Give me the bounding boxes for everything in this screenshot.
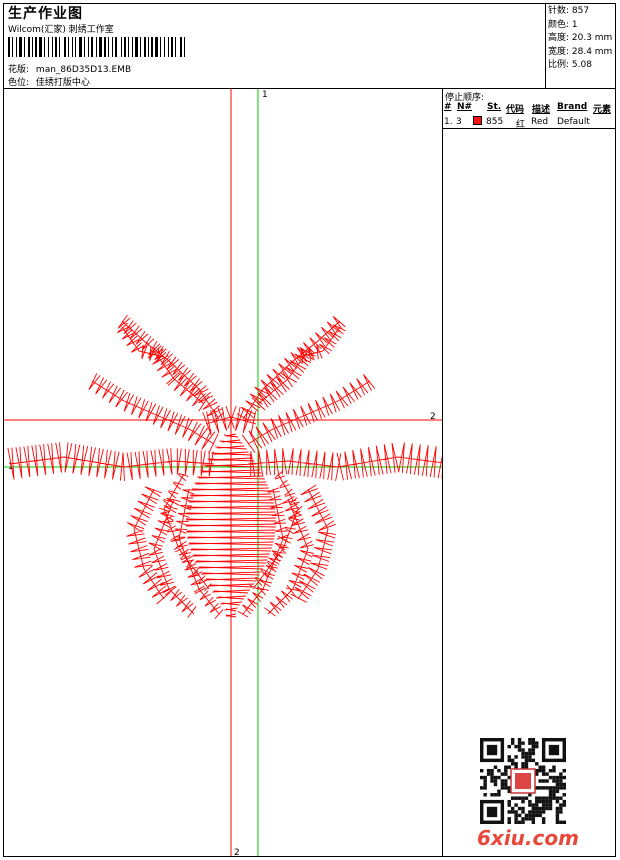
col-header-code: 代码 (506, 105, 525, 115)
stat-width: 宽度: 28.4 mm (548, 46, 613, 57)
color-swatch (473, 116, 482, 125)
qr-code (480, 738, 566, 824)
row-brand: Default (557, 117, 590, 127)
barcode (8, 37, 185, 57)
stats-panel: 针数: 857 颜色: 1 高度: 20.3 mm 宽度: 28.4 mm 比例… (548, 5, 612, 73)
stat-stitches: 针数: 857 (548, 6, 590, 16)
col-header-needle: N# (457, 102, 473, 112)
page-title: 生产作业图 (8, 6, 83, 22)
col-header-element: 元素 (593, 105, 612, 115)
col-header-description: 描述 (532, 105, 551, 115)
table-underline (442, 128, 616, 129)
color-position-row: 色位: 佳绣打版中心 (8, 75, 90, 88)
color-position-value: 佳绣打版中心 (35, 78, 90, 88)
stat-scale: 比例: 5.08 (548, 60, 592, 70)
stats-divider (545, 3, 546, 89)
watermark: 6xiu.com (477, 826, 579, 850)
panel-divider (442, 88, 443, 857)
studio-name: Wilcom(汇家) 刺绣工作室 (8, 25, 114, 35)
axis-label-top: 1 (262, 90, 268, 100)
stat-height: 高度: 20.3 mm (548, 33, 613, 43)
col-header-stitches: St. (487, 102, 502, 112)
design-canvas: 1 1 2 2 (4, 89, 442, 856)
design-file-label: 花版: (8, 65, 30, 75)
row-description: Red (531, 117, 549, 127)
axis-label-right: 2 (430, 412, 436, 422)
row-stitches: 855 (486, 117, 504, 127)
row-needle: 3 (456, 117, 462, 127)
stat-colors: 颜色: 1 (548, 19, 578, 30)
axis-label-bottom: 2 (234, 848, 240, 856)
row-index: 1. (444, 117, 453, 127)
design-file-row: 花版: man_86D35D13.EMB (8, 62, 131, 75)
color-position-label: 色位: (8, 78, 30, 88)
col-header-brand: Brand (557, 102, 588, 112)
col-header-index: # (444, 102, 452, 112)
design-file-name: man_86D35D13.EMB (35, 65, 132, 75)
